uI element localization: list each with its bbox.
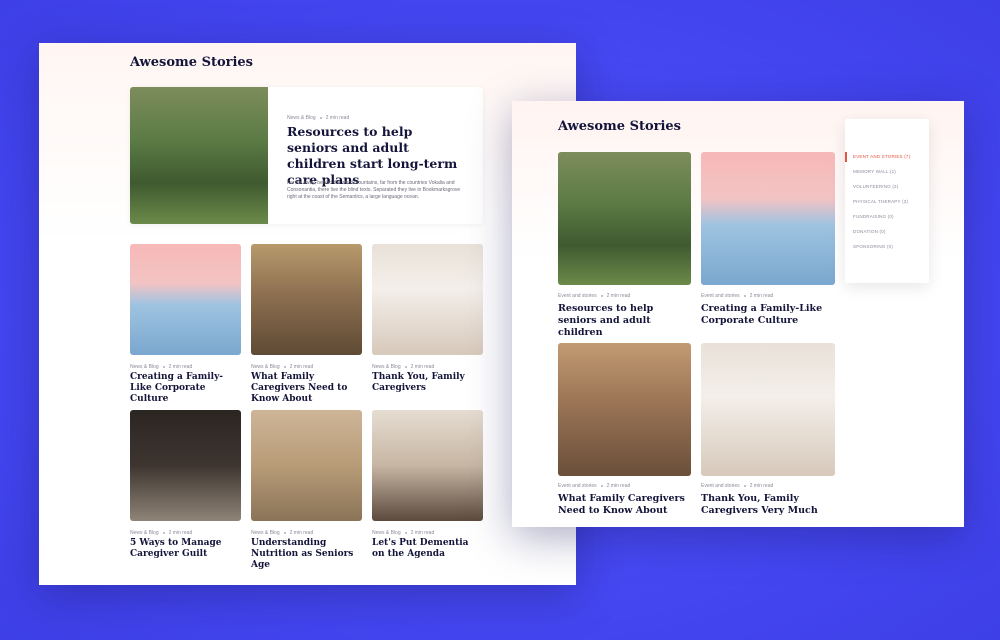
post-category[interactable]: News & Blog (130, 364, 159, 370)
category-item-memory-wall[interactable]: Memory wall (1) (853, 169, 896, 174)
post-title[interactable]: Creating a Family-Like Corporate Culture (130, 372, 242, 405)
post-image[interactable] (372, 244, 483, 355)
post-image[interactable] (558, 152, 691, 285)
post-category[interactable]: News & Blog (372, 530, 401, 536)
post-meta: News & Blog 2 min read (372, 364, 434, 370)
read-time: 2 min read (168, 364, 193, 370)
category-item-sponsoring[interactable]: Sponsoring (0) (853, 244, 893, 249)
featured-post-card[interactable]: News & Blog 2 min read Resources to help … (130, 87, 483, 224)
category-item-fundraising[interactable]: Fundraising (0) (853, 214, 894, 219)
post-image[interactable] (701, 343, 835, 476)
post-meta: News & Blog 2 min read (251, 364, 313, 370)
post-category[interactable]: Event and stories (701, 483, 740, 489)
post-meta: Event and stories 2 min read (558, 293, 630, 299)
post-category[interactable]: News & Blog (251, 530, 280, 536)
post-meta: Event and stories 2 min read (701, 293, 773, 299)
read-time: 2 min read (606, 483, 631, 489)
featured-post-meta: News & Blog 2 min read (287, 115, 349, 121)
category-item-volunteering[interactable]: Volunteering (2) (853, 184, 898, 189)
post-category[interactable]: Event and stories (558, 293, 597, 299)
post-title[interactable]: Let's Put Dementia on the Agenda (372, 538, 484, 560)
post-title[interactable]: Understanding Nutrition as Seniors Age (251, 538, 363, 571)
post-title[interactable]: 5 Ways to Manage Caregiver Guilt (130, 538, 240, 560)
read-time: 2 min read (410, 530, 435, 536)
post-meta: News & Blog 2 min read (130, 530, 192, 536)
post-meta: News & Blog 2 min read (372, 530, 434, 536)
post-title[interactable]: Creating a Family-Like Corporate Culture (701, 303, 829, 327)
category-item-event-and-stories[interactable]: Event and stories (7) (853, 154, 910, 159)
read-time: 2 min read (168, 530, 193, 536)
active-category-indicator (845, 152, 847, 162)
read-time: 2 min read (749, 293, 774, 299)
featured-post-excerpt: Far far away, behind the word mountains,… (287, 180, 461, 200)
read-time: 2 min read (749, 483, 774, 489)
post-title[interactable]: Thank You, Family Caregivers Very Much (701, 493, 837, 517)
read-time: 2 min read (325, 115, 350, 121)
page-title: Awesome Stories (130, 55, 254, 70)
post-image[interactable] (130, 410, 241, 521)
post-category[interactable]: Event and stories (558, 483, 597, 489)
post-image[interactable] (558, 343, 691, 476)
post-meta: Event and stories 2 min read (701, 483, 773, 489)
post-image[interactable] (701, 152, 835, 285)
featured-post-title[interactable]: Resources to help seniors and adult chil… (287, 124, 467, 188)
read-time: 2 min read (289, 364, 314, 370)
read-time: 2 min read (606, 293, 631, 299)
post-image[interactable] (251, 410, 362, 521)
blog-layout-preview-left: Awesome Stories News & Blog 2 min read Re… (39, 43, 576, 585)
post-image[interactable] (372, 410, 483, 521)
featured-post-image[interactable] (130, 87, 268, 224)
read-time: 2 min read (289, 530, 314, 536)
category-item-physical-therapy[interactable]: Physical therapy (3) (853, 199, 908, 204)
post-category[interactable]: News & Blog (372, 364, 401, 370)
post-category[interactable]: News & Blog (287, 115, 316, 121)
blog-layout-preview-right: Awesome Stories Event and stories 2 min r… (512, 101, 964, 527)
post-category[interactable]: News & Blog (130, 530, 159, 536)
post-category[interactable]: News & Blog (251, 364, 280, 370)
post-title[interactable]: Resources to help seniors and adult chil… (558, 303, 686, 339)
post-meta: News & Blog 2 min read (251, 530, 313, 536)
post-category[interactable]: Event and stories (701, 293, 740, 299)
post-title[interactable]: What Family Caregivers Need to Know Abou… (558, 493, 693, 517)
page-title: Awesome Stories (558, 119, 682, 134)
post-meta: News & Blog 2 min read (130, 364, 192, 370)
post-image[interactable] (130, 244, 241, 355)
category-item-donation[interactable]: Donation (0) (853, 229, 886, 234)
post-title[interactable]: What Family Caregivers Need to Know Abou… (251, 372, 361, 405)
read-time: 2 min read (410, 364, 435, 370)
category-sidebar: Event and stories (7) Memory wall (1) Vo… (845, 119, 929, 283)
post-meta: Event and stories 2 min read (558, 483, 630, 489)
post-title[interactable]: Thank You, Family Caregivers (372, 372, 472, 394)
post-image[interactable] (251, 244, 362, 355)
